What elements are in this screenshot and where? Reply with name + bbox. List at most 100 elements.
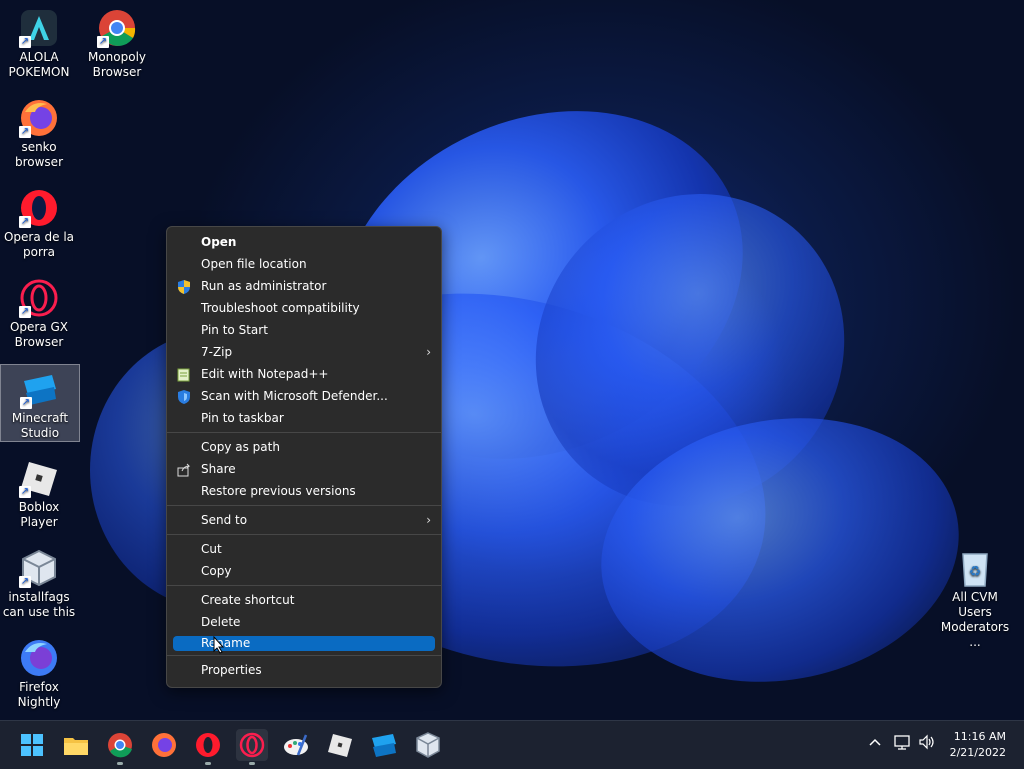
menu-item-cut[interactable]: Cut <box>167 538 441 560</box>
menu-item-7zip[interactable]: 7-Zip › <box>167 341 441 363</box>
menu-separator <box>167 432 441 433</box>
roblox-icon <box>328 734 352 757</box>
shield-icon <box>177 279 191 294</box>
minecraft-studio-icon <box>372 734 396 757</box>
desktop-icon-recycle-bin[interactable]: ♻ All CVM Users Moderators ... <box>934 544 1016 650</box>
desktop-icon-label: Opera GX Browser <box>9 320 69 349</box>
menu-item-label: Delete <box>201 615 241 629</box>
desktop-icon-firefox-nightly[interactable]: Firefox Nightly <box>0 634 78 710</box>
taskbar-firefox[interactable] <box>148 729 180 761</box>
taskbar-paint[interactable] <box>280 729 312 761</box>
mouse-cursor-icon <box>213 635 225 654</box>
menu-item-pin-to-start[interactable]: Pin to Start <box>167 319 441 341</box>
opera-icon <box>196 733 220 757</box>
desktop-icon-label: Boblox Player <box>18 500 60 529</box>
running-indicator <box>249 762 255 765</box>
firefox-nightly-icon <box>19 638 59 678</box>
menu-item-delete[interactable]: Delete <box>167 611 441 633</box>
desktop-icon-installfags[interactable]: ↗ installfags can use this <box>0 544 78 620</box>
file-explorer-icon <box>64 738 88 755</box>
menu-item-label: Edit with Notepad++ <box>201 367 329 381</box>
volume-icon[interactable] <box>918 734 936 753</box>
desktop-icon-opera[interactable]: ↗ Opera de la porra <box>0 184 78 260</box>
menu-separator <box>167 585 441 586</box>
taskbar-minecraft-studio[interactable] <box>368 729 400 761</box>
desktop-icon-minecraft-studio[interactable]: ↗ Minecraft Studio <box>0 364 80 442</box>
taskbar-roblox[interactable] <box>324 729 356 761</box>
virtualbox-icon: ↗ <box>19 548 59 588</box>
opera-gx-icon: ↗ <box>19 278 59 318</box>
menu-item-pin-to-taskbar[interactable]: Pin to taskbar <box>167 407 441 429</box>
menu-item-label: Troubleshoot compatibility <box>201 301 360 315</box>
desktop-icon-boblox-player[interactable]: ↗ Boblox Player <box>0 454 78 530</box>
desktop-icon-label: installfags can use this <box>2 590 76 619</box>
desktop-icon-alola-pokemon[interactable]: ↗ ALOLA POKEMON <box>0 4 78 80</box>
alola-pokemon-icon: ↗ <box>19 8 59 48</box>
firefox-icon <box>152 733 176 757</box>
context-menu: Open Open file location Run as administr… <box>166 226 442 688</box>
menu-item-label: Properties <box>201 663 262 677</box>
chevron-right-icon: › <box>426 513 431 527</box>
menu-item-label: Copy <box>201 564 232 578</box>
virtualbox-icon <box>416 732 440 758</box>
menu-item-edit-with-notepad[interactable]: Edit with Notepad++ <box>167 363 441 385</box>
menu-item-label: Open <box>201 235 237 249</box>
notepad-icon <box>177 367 191 382</box>
desktop-icon-label: Monopoly Browser <box>87 50 147 79</box>
menu-item-label: Run as administrator <box>201 279 327 293</box>
recycle-bin-icon: ♻ <box>955 548 995 588</box>
taskbar-chrome[interactable] <box>104 729 136 765</box>
menu-item-label: Pin to taskbar <box>201 411 284 425</box>
roblox-icon: ↗ <box>19 458 59 498</box>
menu-item-send-to[interactable]: Send to › <box>167 509 441 531</box>
paint-icon <box>284 734 308 756</box>
tray-chevron-up-icon[interactable] <box>868 735 884 752</box>
desktop-icon-senko-browser[interactable]: ↗ senko browser <box>0 94 78 170</box>
chrome-icon <box>108 733 132 758</box>
menu-separator <box>167 505 441 506</box>
menu-item-label: Open file location <box>201 257 307 271</box>
menu-item-copy[interactable]: Copy <box>167 560 441 582</box>
taskbar-opera[interactable] <box>192 729 224 765</box>
menu-item-create-shortcut[interactable]: Create shortcut <box>167 589 441 611</box>
network-icon[interactable] <box>894 734 912 753</box>
chrome-icon: ↗ <box>97 8 137 48</box>
menu-item-copy-as-path[interactable]: Copy as path <box>167 436 441 458</box>
taskbar-opera-gx[interactable] <box>236 729 268 765</box>
desktop-icon-label: Opera de la porra <box>3 230 75 259</box>
desktop[interactable]: ↗ ALOLA POKEMON ↗ Monopoly Browser ↗ sen… <box>0 0 1024 720</box>
start-icon <box>21 734 43 756</box>
menu-item-troubleshoot-compatibility[interactable]: Troubleshoot compatibility <box>167 297 441 319</box>
menu-item-properties[interactable]: Properties <box>167 659 441 681</box>
share-icon <box>177 462 191 477</box>
menu-separator <box>167 655 441 656</box>
menu-item-open-file-location[interactable]: Open file location <box>167 253 441 275</box>
menu-item-label: Send to <box>201 513 248 527</box>
clock-date: 2/21/2022 <box>949 746 1006 759</box>
menu-separator <box>167 534 441 535</box>
start-button[interactable] <box>16 729 48 761</box>
menu-item-open[interactable]: Open <box>167 231 441 253</box>
menu-item-run-as-administrator[interactable]: Run as administrator <box>167 275 441 297</box>
chevron-right-icon: › <box>426 345 431 359</box>
running-indicator <box>117 762 123 765</box>
menu-item-label: Share <box>201 462 236 476</box>
desktop-icon-label: Minecraft Studio <box>11 411 69 440</box>
menu-item-scan-with-defender[interactable]: Scan with Microsoft Defender... <box>167 385 441 407</box>
clock-time: 11:16 AM <box>953 730 1006 743</box>
menu-item-label: Create shortcut <box>201 593 295 607</box>
clock[interactable]: 11:16 AM 2/21/2022 <box>950 729 1006 761</box>
desktop-icon-monopoly-browser[interactable]: ↗ Monopoly Browser <box>78 4 156 80</box>
taskbar-virtualbox[interactable] <box>412 729 444 761</box>
taskbar-file-explorer[interactable] <box>60 729 92 761</box>
menu-item-restore-previous-versions[interactable]: Restore previous versions <box>167 480 441 502</box>
menu-item-label: Rename <box>201 636 251 650</box>
menu-item-label: Pin to Start <box>201 323 268 337</box>
menu-item-label: Restore previous versions <box>201 484 356 498</box>
desktop-icon-label: ALOLA POKEMON <box>8 50 70 79</box>
menu-item-label: Copy as path <box>201 440 280 454</box>
desktop-icon-label: Firefox Nightly <box>17 680 61 709</box>
desktop-icon-opera-gx[interactable]: ↗ Opera GX Browser <box>0 274 78 350</box>
desktop-icon-label: All CVM Users Moderators ... <box>940 590 1010 649</box>
menu-item-share[interactable]: Share <box>167 458 441 480</box>
